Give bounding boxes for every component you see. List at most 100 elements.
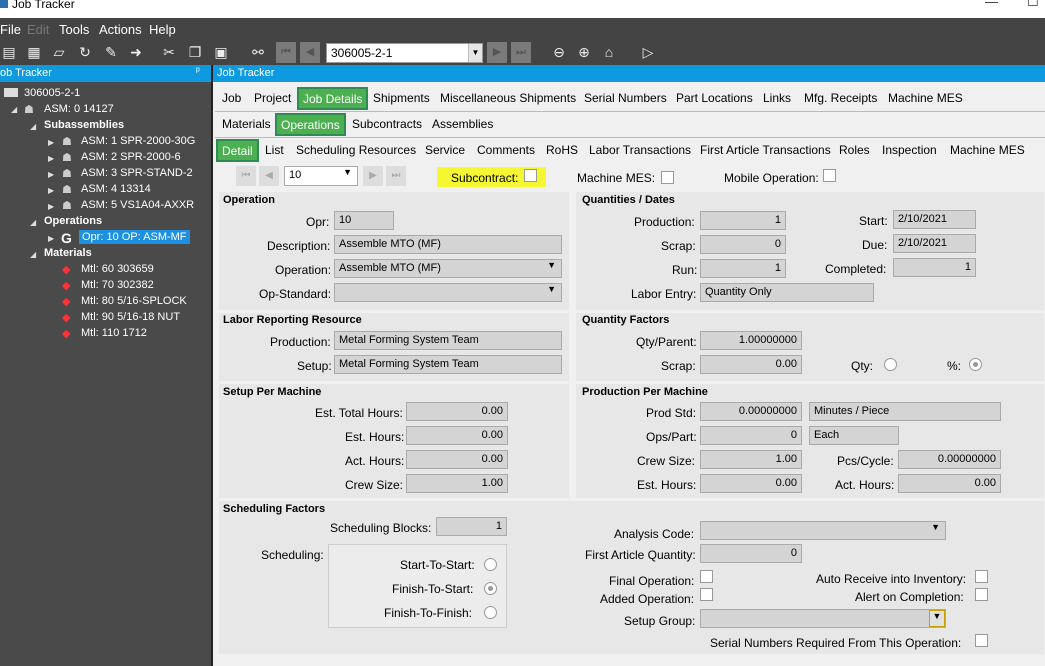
prev-record-button[interactable]: ◀ (300, 42, 320, 63)
auto-receive-checkbox[interactable] (975, 570, 988, 583)
first-record-button[interactable]: ⏮ (276, 42, 296, 63)
tree-operations[interactable]: Operations (44, 215, 102, 227)
tab-service[interactable]: Service (425, 143, 465, 157)
chevron-down-icon[interactable]: ▼ (468, 44, 482, 62)
chevron-down-icon[interactable]: ▼ (931, 522, 940, 532)
prod-act-hours-field[interactable]: 0.00 (898, 474, 1001, 493)
tab-labor-transactions[interactable]: Labor Transactions (589, 143, 691, 157)
tree-material[interactable]: Mtl: 60 303659 (81, 263, 154, 275)
completed-field[interactable]: 1 (893, 258, 976, 277)
expand-icon[interactable]: ▶ (48, 186, 54, 195)
opr-field[interactable]: 10 (334, 211, 394, 230)
tab-misc-shipments[interactable]: Miscellaneous Shipments (440, 91, 576, 105)
refresh-icon[interactable]: ↻ (76, 43, 94, 61)
setup-est-hours-field[interactable]: 0.00 (406, 426, 508, 445)
setup-act-hours-field[interactable]: 0.00 (406, 450, 508, 469)
pcs-cycle-field[interactable]: 0.00000000 (898, 450, 1001, 469)
expand-icon[interactable]: ▶ (48, 202, 54, 211)
tree-material[interactable]: Mtl: 110 1712 (81, 327, 147, 339)
start-date-field[interactable]: 2/10/2021 (893, 210, 976, 229)
first-article-qty-field[interactable]: 0 (700, 544, 802, 563)
tab-scheduling-resources[interactable]: Scheduling Resources (296, 143, 416, 157)
tab-comments[interactable]: Comments (477, 143, 535, 157)
labor-setup-field[interactable]: Metal Forming System Team (334, 355, 562, 374)
production-qty-field[interactable]: 1 (700, 211, 786, 230)
finish-to-start-radio[interactable] (484, 582, 497, 595)
mobile-op-checkbox[interactable] (823, 169, 836, 182)
tab-detail[interactable]: Detail (216, 139, 259, 162)
tab-machine-mes-2[interactable]: Machine MES (950, 143, 1025, 157)
setup-crew-size-field[interactable]: 1.00 (406, 474, 508, 493)
prev-op-button[interactable]: ◀ (259, 166, 279, 186)
tab-links[interactable]: Links (763, 91, 791, 105)
tree-subassemblies[interactable]: Subassemblies (44, 119, 124, 131)
labor-entry-field[interactable]: Quantity Only (700, 283, 874, 302)
tree-subassembly[interactable]: ASM: 1 SPR-2000-30G (81, 135, 195, 147)
last-record-button[interactable]: ⏭ (511, 42, 531, 63)
expand-icon[interactable]: ▶ (48, 234, 54, 243)
operation-dropdown[interactable]: Assemble MTO (MF) ▼ (334, 259, 562, 278)
tab-serial-numbers[interactable]: Serial Numbers (584, 91, 667, 105)
est-total-hours-field[interactable]: 0.00 (406, 402, 508, 421)
tree-material[interactable]: Mtl: 80 5/16-SPLOCK (81, 295, 187, 307)
prod-std-unit-field[interactable]: Minutes / Piece (809, 402, 1001, 421)
tree-asm-0[interactable]: ASM: 0 14127 (44, 103, 114, 115)
description-field[interactable]: Assemble MTO (MF) (334, 235, 562, 254)
tab-rohs[interactable]: RoHS (546, 143, 578, 157)
start-to-start-radio[interactable] (484, 558, 497, 571)
next-op-button[interactable]: ▶ (363, 166, 383, 186)
tree-subassembly[interactable]: ASM: 2 SPR-2000-6 (81, 151, 181, 163)
tree-material[interactable]: Mtl: 90 5/16-18 NUT (81, 311, 180, 323)
expand-icon[interactable]: ▶ (48, 170, 54, 179)
menu-edit[interactable]: Edit (27, 22, 49, 37)
tree-root[interactable]: 306005-2-1 (24, 87, 80, 99)
tree-materials[interactable]: Materials (44, 247, 92, 259)
ops-part-unit-field[interactable]: Each (809, 426, 899, 445)
tab-job-details[interactable]: Job Details (297, 87, 369, 110)
back-circle-icon[interactable]: ⊖ (550, 43, 568, 61)
copy-icon[interactable]: ❐ (186, 43, 204, 61)
chevron-down-icon[interactable]: ▼ (929, 610, 945, 627)
tree-subassembly[interactable]: ASM: 4 13314 (81, 183, 151, 195)
collapse-icon[interactable]: ◢ (30, 250, 36, 259)
next-record-button[interactable]: ▶ (487, 42, 507, 63)
tree-operation-selected[interactable]: Opr: 10 OP: ASM-MF (79, 230, 190, 244)
chevron-down-icon[interactable]: ▼ (547, 284, 556, 294)
forward-icon[interactable]: ➜ (127, 43, 145, 61)
tab-part-locations[interactable]: Part Locations (676, 91, 753, 105)
brush-icon[interactable]: ✎ (102, 43, 120, 61)
due-date-field[interactable]: 2/10/2021 (893, 234, 976, 253)
note-icon[interactable]: ▱ (50, 43, 68, 61)
collapse-icon[interactable]: ◢ (30, 122, 36, 131)
collapse-icon[interactable]: ◢ (11, 105, 17, 114)
tab-operations[interactable]: Operations (275, 113, 346, 136)
prod-est-hours-field[interactable]: 0.00 (700, 474, 802, 493)
percent-radio[interactable] (969, 358, 982, 371)
collapse-icon[interactable]: ◢ (30, 218, 36, 227)
tab-machine-mes[interactable]: Machine MES (888, 91, 963, 105)
menu-tools[interactable]: Tools (59, 22, 89, 37)
alert-completion-checkbox[interactable] (975, 588, 988, 601)
scrap-qty-field[interactable]: 0 (700, 235, 786, 254)
qf-scrap-field[interactable]: 0.00 (700, 355, 802, 374)
binoculars-icon[interactable]: ⚯ (249, 43, 267, 61)
grid-icon[interactable]: ▦ (25, 43, 43, 61)
qty-radio[interactable] (884, 358, 897, 371)
cut-icon[interactable]: ✂ (160, 43, 178, 61)
minimize-button[interactable]: — (985, 0, 998, 9)
expand-icon[interactable]: ▶ (48, 154, 54, 163)
tree-subassembly[interactable]: ASM: 5 VS1A04-AXXR (81, 199, 194, 211)
paste-icon[interactable]: ▣ (212, 43, 230, 61)
first-op-button[interactable]: ⏮ (236, 166, 256, 186)
setup-group-dropdown[interactable]: ▼ (700, 609, 946, 628)
tree-material[interactable]: Mtl: 70 302382 (81, 279, 154, 291)
tab-inspection[interactable]: Inspection (882, 143, 937, 157)
chevron-down-icon[interactable]: ▼ (547, 260, 556, 270)
expand-icon[interactable]: ▶ (48, 138, 54, 147)
op-standard-dropdown[interactable]: ▼ (334, 283, 562, 302)
tab-assemblies[interactable]: Assemblies (432, 117, 493, 131)
splitter[interactable] (211, 65, 213, 666)
chevron-down-icon[interactable]: ▼ (343, 167, 352, 177)
home-circle-icon[interactable]: ⌂ (600, 43, 618, 61)
tab-first-article[interactable]: First Article Transactions (700, 143, 831, 157)
